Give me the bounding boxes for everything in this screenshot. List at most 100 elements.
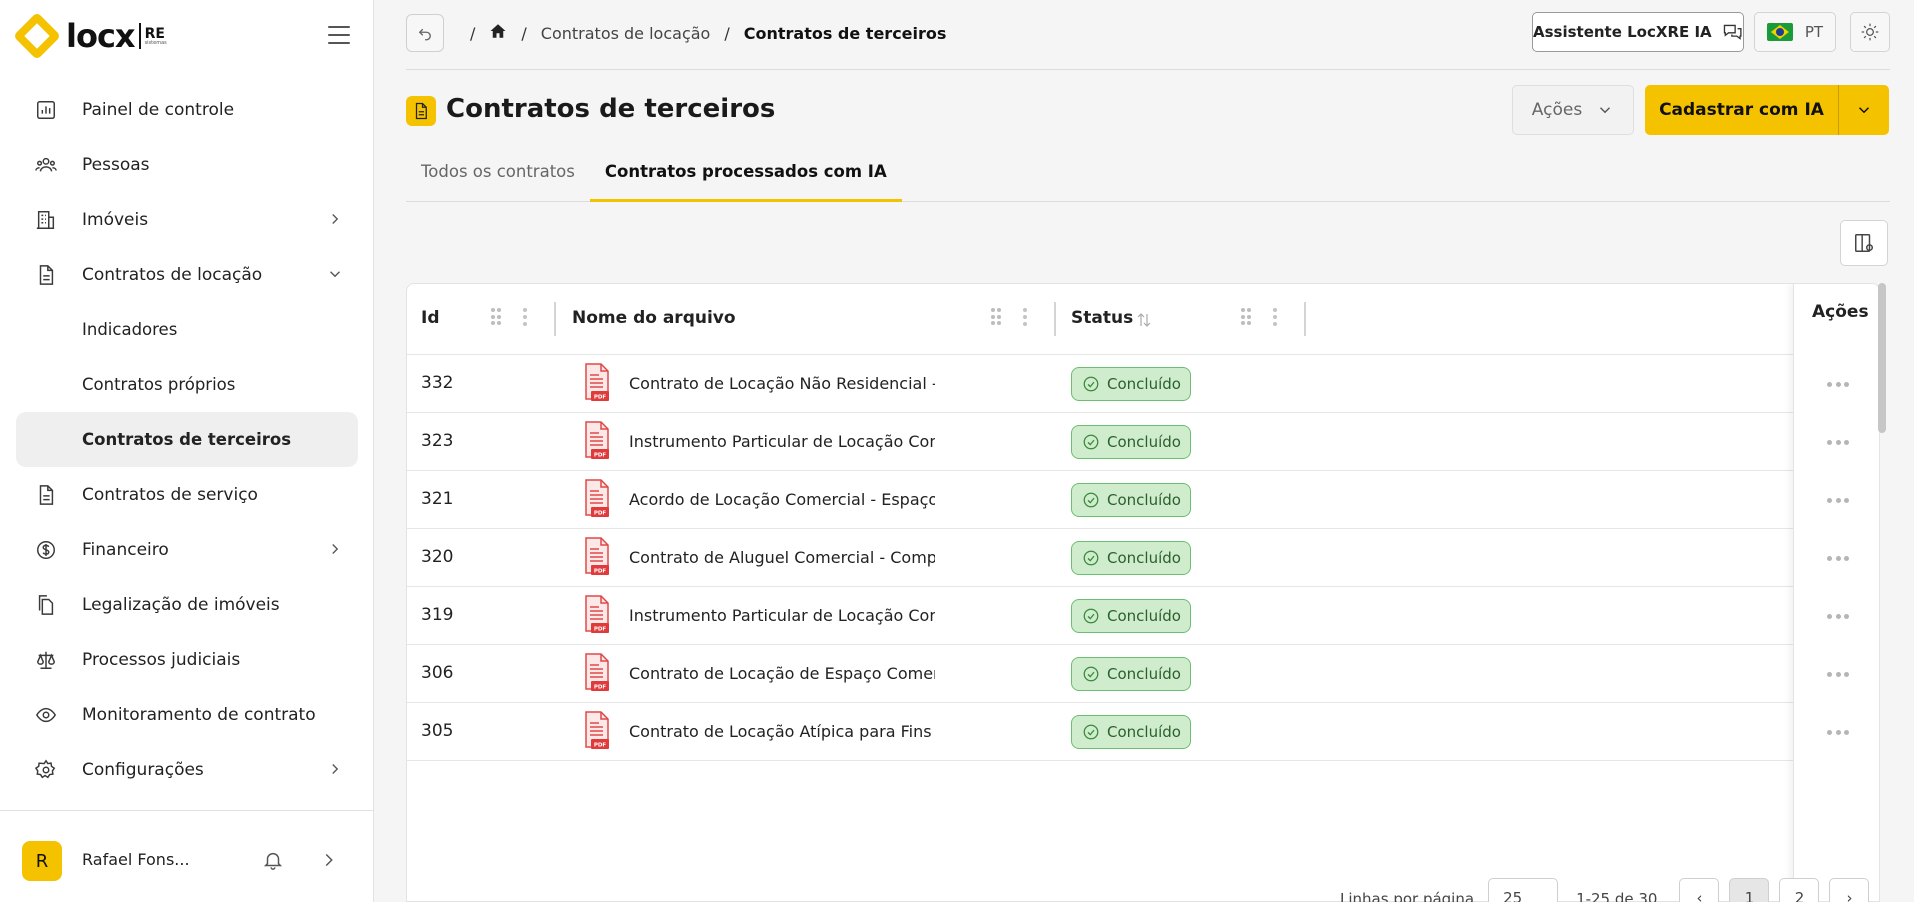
drag-handle-icon[interactable] [991,308,1001,326]
drag-handle-icon[interactable] [1241,308,1251,326]
table-row[interactable]: 320 PDF Contrato de Aluguel Comercial - Co… [407,529,1793,587]
table-row[interactable]: 321 PDF Acordo de Locação Comercial - Espa… [407,471,1793,529]
chat-icon [1723,24,1742,40]
sidebar-subitem-indicadores[interactable]: Indicadores [16,302,358,357]
sidebar-item-label: Configurações [82,759,204,780]
status-badge[interactable]: Concluído [1071,715,1191,749]
tab-todos-contratos[interactable]: Todos os contratos [406,150,590,202]
column-header-file[interactable]: Nome do arquivo [572,308,736,328]
cell-file-name[interactable]: Acordo de Locação Comercial - Espaço de … [629,490,935,509]
brazil-flag-icon [1766,23,1793,41]
row-actions-menu-icon[interactable] [1827,382,1849,388]
table-row[interactable]: 323 PDF Instrumento Particular de Locação … [407,413,1793,471]
actions-column: Ações [1793,284,1879,901]
chevron-right-icon[interactable] [318,849,340,871]
svg-text:PDF: PDF [594,395,607,401]
table-row[interactable]: 305 PDF Contrato de Locação Atípica para F… [407,703,1793,761]
column-header-status[interactable]: Status [1071,308,1133,328]
sidebar-item-label: Monitoramento de contrato [82,704,316,725]
contracts-table: Id Nome do arquivo Status 332 PDF Contrato… [406,283,1880,902]
sidebar-item-financeiro[interactable]: Financeiro [16,522,358,577]
sidebar-item-configuracoes[interactable]: Configurações [16,742,358,797]
column-header-actions: Ações [1812,302,1869,322]
language-selector[interactable]: PT [1754,12,1836,52]
pdf-file-icon: PDF [585,595,609,633]
status-badge[interactable]: Concluído [1071,541,1191,575]
assistant-button[interactable]: Assistente LocXRE IA [1532,12,1744,52]
chevron-down-icon [326,265,344,283]
row-actions-menu-icon[interactable] [1827,730,1849,736]
status-label: Concluído [1107,491,1181,509]
bell-icon[interactable] [262,849,286,873]
register-options-button[interactable] [1838,85,1889,135]
table-row[interactable]: 319 PDF Instrumento Particular de Locação … [407,587,1793,645]
prev-page-button[interactable]: ‹ [1679,878,1720,902]
avatar[interactable]: R [22,841,62,881]
column-settings-button[interactable] [1840,220,1888,266]
cell-file-name[interactable]: Contrato de Locação Atípica para Fins In… [629,722,935,741]
sidebar-item-pessoas[interactable]: Pessoas [16,137,358,192]
breadcrumb: / / Contratos de locação / Contratos de … [456,22,946,44]
sidebar-item-contratos-locacao[interactable]: Contratos de locação [16,247,358,302]
register-with-ai-button[interactable]: Cadastrar com IA [1645,85,1838,135]
row-actions-menu-icon[interactable] [1827,614,1849,620]
page-range: 1-25 de 30 [1576,890,1658,902]
column-resize-handle[interactable] [554,302,556,336]
actions-dropdown-button[interactable]: Ações [1512,85,1634,135]
column-header-id[interactable]: Id [421,308,440,328]
status-badge[interactable]: Concluído [1071,367,1191,401]
status-badge[interactable]: Concluído [1071,657,1191,691]
table-row[interactable]: 332 PDF Contrato de Locação Não Residencia… [407,355,1793,413]
sidebar-item-painel[interactable]: Painel de controle [16,82,358,137]
brand-logo[interactable]: locx RE sistemas [12,11,167,61]
scrollbar[interactable] [1878,283,1886,433]
per-page-select[interactable]: 25 [1488,878,1559,902]
column-menu-icon[interactable] [1023,308,1027,326]
status-label: Concluído [1107,433,1181,451]
scale-icon [34,648,58,672]
sidebar-subitem-contratos-terceiros[interactable]: Contratos de terceiros [16,412,358,467]
cell-file-name[interactable]: Contrato de Aluguel Comercial - Complexo… [629,548,935,567]
cell-file-name[interactable]: Contrato de Locação de Espaço Comercial … [629,664,935,683]
breadcrumb-item-contratos-locacao[interactable]: Contratos de locação [541,24,711,43]
cell-file-name[interactable]: Instrumento Particular de Locação Comerc… [629,432,935,451]
svg-text:PDF: PDF [594,685,607,691]
theme-toggle-button[interactable] [1850,12,1890,52]
back-button[interactable] [406,14,444,52]
next-page-button[interactable]: › [1829,878,1870,902]
row-actions-menu-icon[interactable] [1827,498,1849,504]
sidebar-item-imoveis[interactable]: Imóveis [16,192,358,247]
sort-icon[interactable] [1135,311,1153,329]
breadcrumb-separator: / [521,23,527,43]
column-menu-icon[interactable] [1273,308,1277,326]
table-row[interactable]: 306 PDF Contrato de Locação de Espaço Come… [407,645,1793,703]
page-button-2[interactable]: 2 [1779,878,1820,902]
cell-file-name[interactable]: Instrumento Particular de Locação Comerc… [629,606,935,625]
assistant-label: Assistente LocXRE IA [1533,23,1712,41]
drag-handle-icon[interactable] [491,308,501,326]
status-badge[interactable]: Concluído [1071,599,1191,633]
check-circle-icon [1083,666,1099,682]
column-resize-handle[interactable] [1304,302,1306,336]
sidebar-item-contratos-servico[interactable]: Contratos de serviço [16,467,358,522]
row-actions-menu-icon[interactable] [1827,440,1849,446]
home-icon[interactable] [489,22,507,44]
column-resize-handle[interactable] [1054,302,1056,336]
sidebar-subitem-contratos-proprios[interactable]: Contratos próprios [16,357,358,412]
sidebar-item-processos[interactable]: Processos judiciais [16,632,358,687]
eye-icon [34,703,58,727]
row-actions-menu-icon[interactable] [1827,672,1849,678]
document-icon [34,263,58,287]
hamburger-menu-icon[interactable] [328,26,350,44]
tab-contratos-ia[interactable]: Contratos processados com IA [589,150,902,202]
row-actions-menu-icon[interactable] [1827,556,1849,562]
status-badge[interactable]: Concluído [1071,425,1191,459]
column-menu-icon[interactable] [523,308,527,326]
status-badge[interactable]: Concluído [1071,483,1191,517]
page-button-1[interactable]: 1 [1729,878,1770,902]
sidebar-item-monitoramento[interactable]: Monitoramento de contrato [16,687,358,742]
user-name[interactable]: Rafael Fons... [82,850,190,869]
cell-file-name[interactable]: Contrato de Locação Não Residencial - Ga… [629,374,935,393]
pdf-file-icon: PDF [585,479,609,517]
sidebar-item-legalizacao[interactable]: Legalização de imóveis [16,577,358,632]
